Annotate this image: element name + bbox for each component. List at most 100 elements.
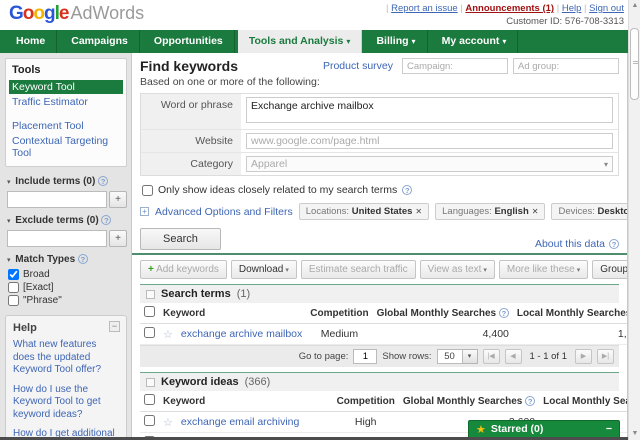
rows-per-page-select[interactable]: 50▾ — [437, 349, 478, 364]
starred-panel[interactable]: ★ Starred (0) − — [468, 420, 620, 437]
vertical-scrollbar[interactable]: ▲ ▼ — [628, 0, 640, 440]
help-icon[interactable]: ? — [98, 176, 108, 186]
minimize-starred-button[interactable]: − — [606, 423, 612, 435]
ad-group-input[interactable] — [513, 58, 619, 74]
select-all-checkbox[interactable] — [144, 306, 155, 317]
help-panel-title: Help — [13, 322, 119, 334]
show-rows-label: Show rows: — [382, 351, 431, 362]
main-nav: Home Campaigns Opportunities Tools and A… — [0, 30, 640, 53]
product-survey-link[interactable]: Product survey — [323, 60, 393, 72]
search-terms-title: Search terms — [161, 288, 231, 300]
page-number-input[interactable] — [353, 349, 377, 364]
tab-my-account[interactable]: My account▾ — [431, 30, 519, 53]
tab-home[interactable]: Home — [5, 30, 57, 53]
search-button[interactable]: Search — [140, 228, 221, 250]
col-global[interactable]: Global Monthly Searches ? — [373, 303, 513, 324]
prev-page-button[interactable]: ◀ — [505, 349, 522, 364]
collapse-toggle-icon[interactable] — [146, 290, 155, 299]
campaign-input[interactable] — [402, 58, 508, 74]
add-keywords-button[interactable]: + Add keywords — [140, 260, 227, 279]
tab-opportunities[interactable]: Opportunities — [143, 30, 235, 53]
broad-checkbox[interactable] — [8, 269, 19, 280]
scroll-down-arrow-icon[interactable]: ▼ — [629, 428, 640, 440]
triangle-down-icon: ▾ — [7, 179, 11, 186]
collapse-toggle-icon[interactable] — [146, 378, 155, 387]
match-type-phrase[interactable]: "Phrase" — [8, 295, 127, 306]
help-link-2[interactable]: How do I use the Keyword Tool to get key… — [13, 384, 119, 422]
help-icon[interactable]: ? — [499, 308, 509, 318]
close-icon[interactable]: ✕ — [415, 207, 422, 216]
minimize-help-button[interactable]: − — [109, 321, 120, 332]
last-page-button[interactable]: ▶| — [597, 349, 614, 364]
match-type-exact[interactable]: [Exact] — [8, 282, 127, 293]
help-icon[interactable]: ? — [78, 254, 88, 264]
help-icon[interactable]: ? — [525, 396, 535, 406]
match-type-broad[interactable]: Broad — [8, 269, 127, 280]
category-select[interactable]: Apparel▾ — [246, 156, 613, 172]
page-title: Find keywords — [140, 58, 238, 74]
col-local[interactable]: Local Monthly Searches ? — [539, 391, 628, 412]
add-include-term-button[interactable]: + — [109, 191, 127, 208]
tab-campaigns[interactable]: Campaigns — [60, 30, 140, 53]
word-or-phrase-textarea[interactable]: Exchange archive mailbox — [246, 97, 613, 123]
help-icon[interactable]: ? — [609, 239, 619, 249]
scrollbar-thumb[interactable] — [630, 28, 639, 100]
help-link-1[interactable]: What new features does the updated Keywo… — [13, 339, 119, 377]
category-label: Category — [141, 153, 241, 175]
row-checkbox[interactable] — [144, 327, 155, 338]
sidebar-item-contextual-targeting-tool[interactable]: Contextual Targeting Tool — [9, 134, 123, 160]
exclude-terms-header[interactable]: ▾ Exclude terms (0) ? — [7, 215, 127, 226]
first-page-button[interactable]: |◀ — [483, 349, 500, 364]
close-icon[interactable]: ✕ — [532, 207, 539, 216]
find-keywords-subtitle: Based on one or more of the following: — [140, 76, 619, 88]
report-issue-link[interactable]: Report an issue — [391, 3, 458, 14]
help-icon[interactable]: ? — [101, 215, 111, 225]
view-as-text-button[interactable]: View as text▾ — [420, 260, 495, 279]
match-types-header[interactable]: ▾ Match Types ? — [7, 254, 127, 265]
more-like-these-button[interactable]: More like these▾ — [499, 260, 588, 279]
group-by-button[interactable]: Group by None▾ — [592, 260, 628, 279]
exact-checkbox[interactable] — [8, 282, 19, 293]
about-this-data-link[interactable]: About this data — [535, 238, 605, 250]
col-competition[interactable]: Competition — [306, 303, 372, 324]
col-competition[interactable]: Competition — [333, 391, 399, 412]
advanced-options-link[interactable]: Advanced Options and Filters — [155, 206, 293, 218]
related-ideas-checkbox[interactable] — [142, 185, 153, 196]
row-checkbox[interactable] — [144, 415, 155, 426]
tab-billing[interactable]: Billing▾ — [365, 30, 427, 53]
chevron-down-icon: ▾ — [483, 267, 487, 274]
scroll-up-arrow-icon[interactable]: ▲ — [629, 0, 640, 12]
col-keyword[interactable]: Keyword — [159, 303, 306, 324]
estimate-search-traffic-button[interactable]: Estimate search traffic — [301, 260, 416, 279]
include-terms-input[interactable] — [7, 191, 107, 208]
help-link[interactable]: Help — [562, 3, 582, 14]
include-terms-header[interactable]: ▾ Include terms (0) ? — [7, 176, 127, 187]
announcements-link[interactable]: Announcements (1) — [465, 3, 554, 14]
col-global[interactable]: Global Monthly Searches ? — [399, 391, 539, 412]
sidebar-item-keyword-tool[interactable]: Keyword Tool — [9, 80, 123, 94]
star-icon[interactable]: ☆ — [163, 417, 173, 429]
help-icon[interactable]: ? — [402, 185, 412, 195]
download-button[interactable]: Download▾ — [231, 260, 297, 279]
exclude-terms-input[interactable] — [7, 230, 107, 247]
phrase-checkbox[interactable] — [8, 295, 19, 306]
sidebar-item-placement-tool[interactable]: Placement Tool — [9, 119, 123, 133]
add-exclude-term-button[interactable]: + — [109, 230, 127, 247]
sidebar-item-traffic-estimator[interactable]: Traffic Estimator — [9, 95, 123, 109]
related-ideas-option[interactable]: Only show ideas closely related to my se… — [142, 184, 619, 196]
select-all-checkbox[interactable] — [144, 394, 155, 405]
col-local[interactable]: Local Monthly Searches ? — [513, 303, 628, 324]
next-page-button[interactable]: ▶ — [575, 349, 592, 364]
col-keyword[interactable]: Keyword — [159, 391, 333, 412]
expand-icon[interactable]: + — [140, 207, 149, 216]
website-label: Website — [141, 130, 241, 152]
sidebar: Tools Keyword Tool Traffic Estimator Pla… — [0, 53, 131, 440]
website-input[interactable] — [246, 133, 613, 149]
star-icon[interactable]: ☆ — [163, 329, 173, 341]
sign-out-link[interactable]: Sign out — [589, 3, 624, 14]
keyword-link[interactable]: exchange email archiving — [181, 416, 299, 428]
filter-chip-languages: Languages: English✕ — [435, 203, 545, 220]
keyword-link[interactable]: exchange archive mailbox — [181, 328, 302, 340]
tab-tools-and-analysis[interactable]: Tools and Analysis▾ — [238, 30, 363, 53]
top-links-row: | Report an issue | Announcements (1) | … — [386, 3, 624, 14]
